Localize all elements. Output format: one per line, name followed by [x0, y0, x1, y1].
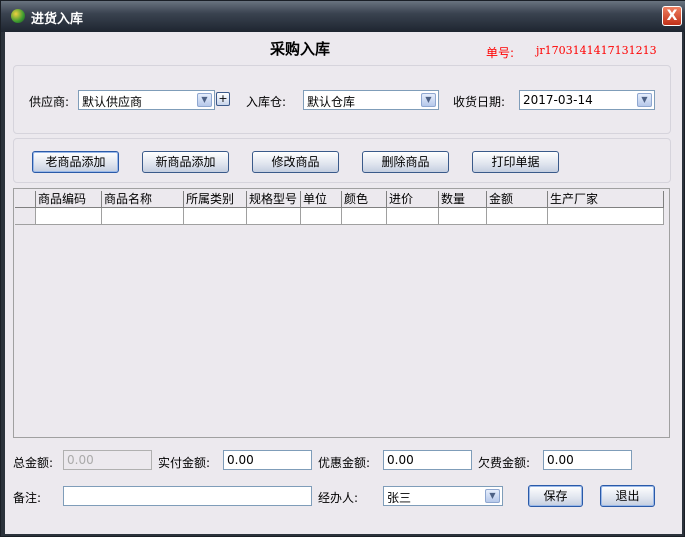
total-field: 0.00 — [63, 450, 152, 470]
delete-product-button[interactable]: 删除商品 — [362, 151, 449, 173]
table-cell[interactable] — [487, 208, 548, 225]
edit-product-button[interactable]: 修改商品 — [252, 151, 339, 173]
column-header[interactable]: 生产厂家 — [548, 191, 664, 208]
paid-field[interactable]: 0.00 — [223, 450, 312, 470]
column-header[interactable]: 规格型号 — [247, 191, 301, 208]
table-cell[interactable] — [247, 208, 301, 225]
save-button[interactable]: 保存 — [528, 485, 583, 507]
date-value: 2017-03-14 — [523, 93, 593, 107]
discount-field[interactable]: 0.00 — [383, 450, 472, 470]
table-cell[interactable] — [301, 208, 342, 225]
total-label: 总金额: — [13, 456, 54, 470]
chevron-down-icon[interactable]: ▼ — [197, 93, 212, 107]
warehouse-select[interactable]: 默认仓库 ▼ — [303, 90, 439, 110]
discount-label: 优惠金额: — [318, 456, 371, 470]
date-label: 收货日期: — [453, 95, 506, 109]
note-field[interactable] — [63, 486, 312, 506]
column-header[interactable]: 商品名称 — [102, 191, 184, 208]
app-icon — [11, 9, 25, 23]
warehouse-label: 入库仓: — [246, 95, 287, 109]
page-title: 采购入库 — [270, 40, 331, 58]
handler-label: 经办人: — [318, 491, 359, 505]
table-cell[interactable] — [102, 208, 184, 225]
owed-field[interactable]: 0.00 — [543, 450, 632, 470]
supplier-select[interactable]: 默认供应商 ▼ — [78, 90, 215, 110]
add-old-product-button[interactable]: 老商品添加 — [32, 151, 119, 173]
chevron-down-icon[interactable]: ▼ — [421, 93, 436, 107]
window-title: 进货入库 — [31, 12, 84, 27]
row-header[interactable] — [15, 208, 36, 225]
supplier-label: 供应商: — [29, 95, 70, 109]
paid-label: 实付金额: — [158, 456, 211, 470]
table-cell[interactable] — [184, 208, 247, 225]
table-row[interactable] — [15, 208, 664, 225]
handler-value: 张三 — [387, 491, 412, 505]
client-area: 采购入库 单号: jr1703141417131213 供应商: 默认供应商 ▼ … — [5, 32, 682, 534]
close-button[interactable]: X — [662, 6, 682, 26]
warehouse-value: 默认仓库 — [307, 95, 356, 109]
table-cell[interactable] — [342, 208, 387, 225]
handler-select[interactable]: 张三 ▼ — [383, 486, 503, 506]
table-cell[interactable] — [36, 208, 102, 225]
exit-button[interactable]: 退出 — [600, 485, 655, 507]
print-receipt-button[interactable]: 打印单据 — [472, 151, 559, 173]
table-cell[interactable] — [548, 208, 664, 225]
column-header[interactable]: 进价 — [387, 191, 439, 208]
column-header[interactable]: 商品编码 — [36, 191, 102, 208]
column-header[interactable]: 所属类别 — [184, 191, 247, 208]
title-bar[interactable]: 进货入库 X — [1, 1, 685, 32]
column-header[interactable]: 颜色 — [342, 191, 387, 208]
chevron-down-icon[interactable]: ▼ — [637, 93, 652, 107]
chevron-down-icon[interactable]: ▼ — [485, 489, 500, 503]
supplier-value: 默认供应商 — [82, 95, 143, 109]
note-label: 备注: — [13, 491, 42, 505]
row-header-corner — [15, 191, 36, 208]
grid-header: 商品编码 商品名称 所属类别 规格型号 单位 颜色 进价 数量 金额 生产厂家 — [15, 191, 664, 208]
order-number: jr1703141417131213 — [536, 44, 657, 57]
add-supplier-button[interactable]: + — [216, 92, 230, 106]
column-header[interactable]: 单位 — [301, 191, 342, 208]
table-cell[interactable] — [439, 208, 487, 225]
column-header[interactable]: 金额 — [487, 191, 548, 208]
table-cell[interactable] — [387, 208, 439, 225]
order-label: 单号: — [486, 46, 515, 60]
column-header[interactable]: 数量 — [439, 191, 487, 208]
add-new-product-button[interactable]: 新商品添加 — [142, 151, 229, 173]
product-grid[interactable]: 商品编码 商品名称 所属类别 规格型号 单位 颜色 进价 数量 金额 生产厂家 — [13, 188, 670, 438]
window: 进货入库 X 采购入库 单号: jr1703141417131213 供应商: … — [0, 0, 685, 537]
date-picker[interactable]: 2017-03-14 ▼ — [519, 90, 655, 110]
owed-label: 欠费金额: — [478, 456, 531, 470]
